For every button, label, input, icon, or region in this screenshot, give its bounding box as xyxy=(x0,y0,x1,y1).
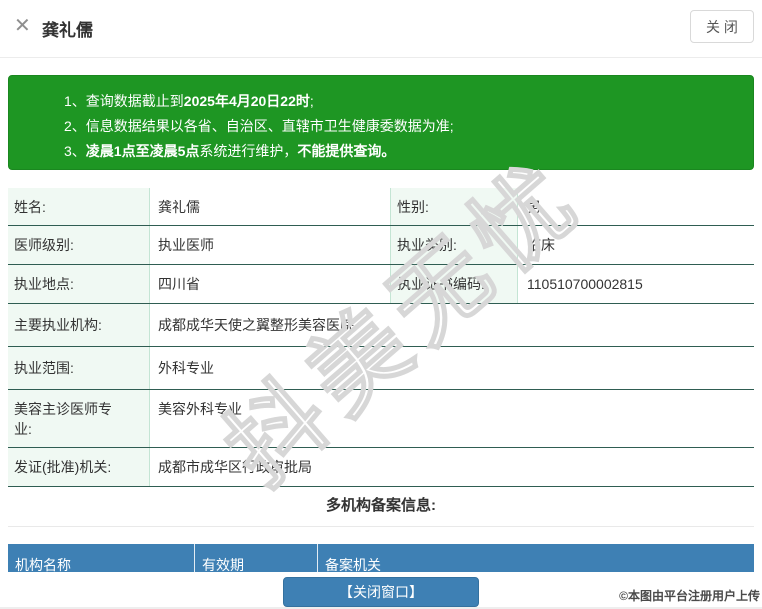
table-row: 主要执业机构: 成都成华天使之翼整形美容医院 xyxy=(8,304,754,347)
field-label-name: 姓名: xyxy=(8,188,150,225)
table-row: 执业地点: 四川省 执业证书编码: 110510700002815 xyxy=(8,265,754,304)
field-label-gender: 性别: xyxy=(390,188,518,225)
notice-line-2: 2、信息数据结果以各省、自治区、直辖市卫生健康委数据为准; xyxy=(64,114,741,139)
practitioner-dialog: ✕ 龚礼儒 关 闭 1、查询数据截止到2025年4月20日22时; 2、信息数据… xyxy=(0,0,762,609)
table-row: 发证(批准)机关: 成都市成华区行政审批局 xyxy=(8,448,754,487)
table-row: 执业范围: 外科专业 xyxy=(8,347,754,390)
field-value-gender: 男 xyxy=(518,188,754,225)
table-row: 美容主诊医师专业: 美容外科专业 xyxy=(8,390,754,448)
field-label-certificate-number: 执业证书编码: xyxy=(390,265,518,303)
table-row: 医师级别: 执业医师 执业类别: 临床 xyxy=(8,226,754,265)
field-value-practice-category: 临床 xyxy=(518,226,754,264)
field-value-practice-scope: 外科专业 xyxy=(150,347,754,389)
close-window-button[interactable]: 【关闭窗口】 xyxy=(283,577,479,607)
notice-banner: 1、查询数据截止到2025年4月20日22时; 2、信息数据结果以各省、自治区、… xyxy=(8,75,754,170)
field-label-doctor-level: 医师级别: xyxy=(8,226,150,264)
field-value-main-institution: 成都成华天使之翼整形美容医院 xyxy=(150,304,754,346)
field-value-issuing-authority: 成都市成华区行政审批局 xyxy=(150,448,754,486)
field-value-cosmetic-specialty: 美容外科专业 xyxy=(150,390,754,447)
field-label-practice-category: 执业类别: xyxy=(390,226,518,264)
field-value-certificate-number: 110510700002815 xyxy=(518,265,754,303)
close-button[interactable]: 关 闭 xyxy=(690,10,754,43)
notice-line-3: 3、凌晨1点至凌晨5点系统进行维护，不能提供查询。 xyxy=(64,139,741,164)
field-label-practice-scope: 执业范围: xyxy=(8,347,150,389)
profile-table: 姓名: 龚礼儒 性别: 男 医师级别: 执业医师 执业类别: 临床 执业地点: … xyxy=(8,188,754,487)
close-icon[interactable]: ✕ xyxy=(14,16,31,36)
table-row: 姓名: 龚礼儒 性别: 男 xyxy=(8,188,754,226)
field-label-cosmetic-specialty: 美容主诊医师专业: xyxy=(8,390,150,447)
footer-bar: 【关闭窗口】 ©本图由平台注册用户上传 xyxy=(0,572,762,609)
field-label-main-institution: 主要执业机构: xyxy=(8,304,150,346)
upload-credit-text: ©本图由平台注册用户上传 xyxy=(619,587,760,604)
field-value-doctor-level: 执业医师 xyxy=(150,226,390,264)
field-label-practice-location: 执业地点: xyxy=(8,265,150,303)
field-value-practice-location: 四川省 xyxy=(150,265,390,303)
field-value-name: 龚礼儒 xyxy=(150,188,390,225)
section-title-multi-institution: 多机构备案信息: xyxy=(0,494,762,515)
dialog-header: ✕ 龚礼儒 关 闭 xyxy=(0,0,762,58)
notice-line-1: 1、查询数据截止到2025年4月20日22时; xyxy=(64,89,741,114)
page-title: 龚礼儒 xyxy=(42,16,93,41)
section-divider xyxy=(8,526,754,527)
field-label-issuing-authority: 发证(批准)机关: xyxy=(8,448,150,486)
